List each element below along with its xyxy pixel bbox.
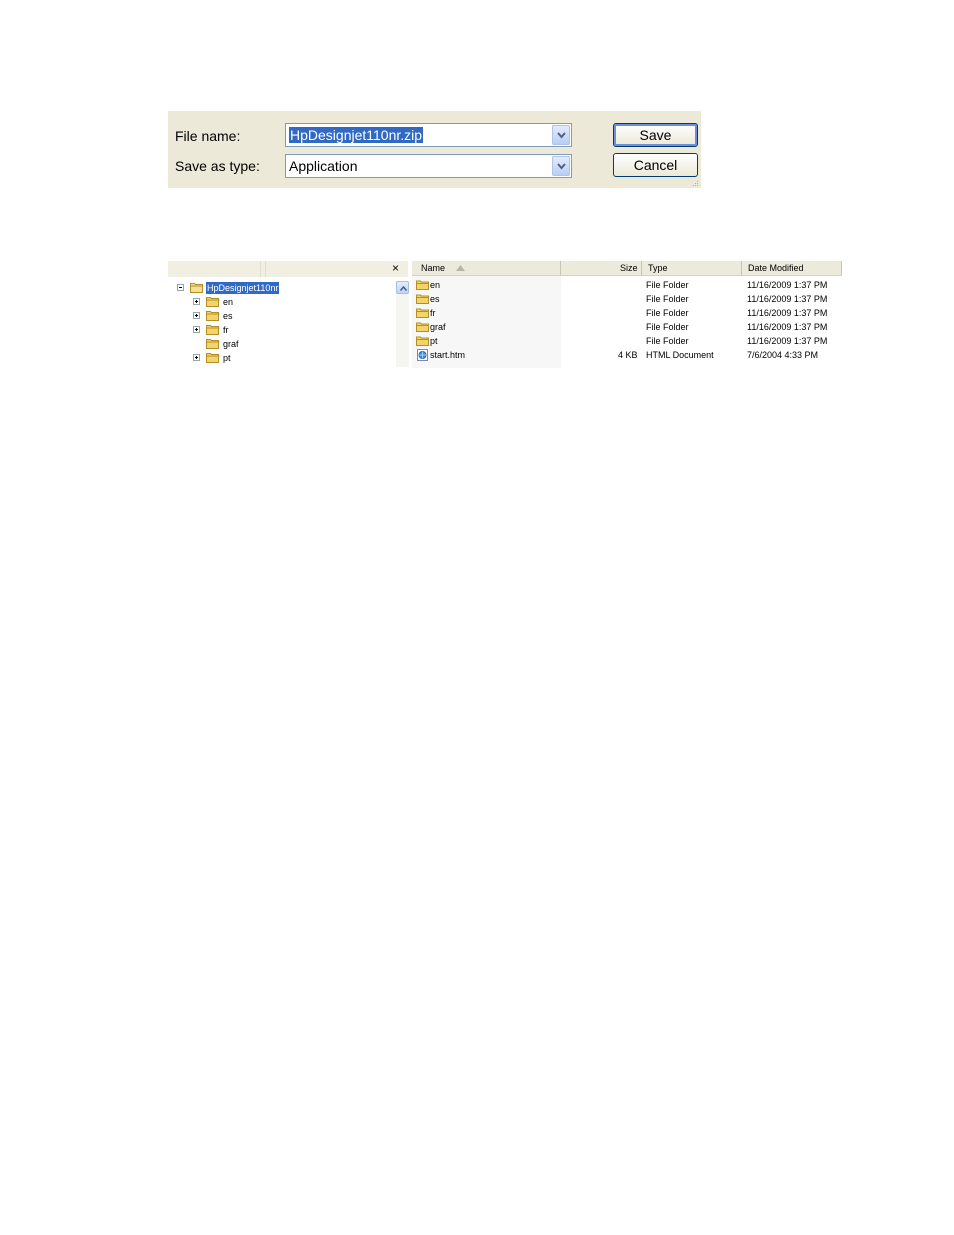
folders-pane-header: × <box>168 261 408 277</box>
tree-node-es[interactable]: es <box>193 310 343 322</box>
folder-tree: HpDesignjet110nr en es fr graf pt <box>168 277 411 368</box>
folder-icon <box>206 297 220 307</box>
file-type: File Folder <box>646 280 689 290</box>
file-name: en <box>430 280 441 290</box>
file-date-modified: 11/16/2009 1:37 PM <box>747 294 828 304</box>
folder-icon <box>206 311 220 321</box>
chevron-down-icon <box>557 163 566 170</box>
file-size: 4 KB <box>618 350 638 360</box>
file-date-modified: 11/16/2009 1:37 PM <box>747 280 828 290</box>
file-row-start-htm[interactable]: start.htm 4 KB HTML Document 7/6/2004 4:… <box>412 348 842 362</box>
save-as-type-label: Save as type: <box>175 158 260 174</box>
column-header-type[interactable]: Type <box>648 262 668 274</box>
file-name-combobox[interactable]: HpDesignjet110nr.zip <box>285 123 572 147</box>
file-type: HTML Document <box>646 350 714 360</box>
sort-ascending-icon <box>455 265 465 271</box>
cancel-button[interactable]: Cancel <box>613 153 698 177</box>
file-type: File Folder <box>646 308 689 318</box>
tree-node-fr[interactable]: fr <box>193 324 343 336</box>
save-button[interactable]: Save <box>613 123 698 147</box>
file-name-dropdown-button[interactable] <box>552 125 570 145</box>
chevron-down-icon <box>557 132 566 139</box>
tree-scrollbar[interactable] <box>396 281 409 367</box>
file-row-graf[interactable]: graf File Folder 11/16/2009 1:37 PM <box>412 320 842 334</box>
file-row-fr[interactable]: fr File Folder 11/16/2009 1:37 PM <box>412 306 842 320</box>
resize-grip-icon[interactable] <box>692 181 699 187</box>
folder-icon <box>416 336 429 346</box>
file-date-modified: 11/16/2009 1:37 PM <box>747 308 828 318</box>
column-separator[interactable] <box>741 261 742 275</box>
save-as-type-dropdown-button[interactable] <box>552 156 570 176</box>
header-separator <box>265 261 266 277</box>
file-name: start.htm <box>430 350 466 360</box>
column-header-date-modified[interactable]: Date Modified <box>748 262 804 274</box>
file-name: fr <box>430 308 436 318</box>
collapse-icon[interactable] <box>177 284 184 291</box>
close-icon[interactable]: × <box>392 262 399 275</box>
tree-node-hpdesignjet110nr[interactable]: HpDesignjet110nr <box>177 282 377 294</box>
expand-icon[interactable] <box>193 298 200 305</box>
expand-icon[interactable] <box>193 312 200 319</box>
save-dialog-panel: File name: HpDesignjet110nr.zip Save as … <box>168 111 701 188</box>
tree-node-label: es <box>223 311 233 321</box>
folder-open-icon <box>190 283 204 293</box>
file-list-header: Name Size Type Date Modified <box>412 261 842 276</box>
file-name: pt <box>430 336 438 346</box>
tree-node-en[interactable]: en <box>193 296 343 308</box>
file-row-es[interactable]: es File Folder 11/16/2009 1:37 PM <box>412 292 842 306</box>
tree-node-label: HpDesignjet110nr <box>206 282 280 294</box>
tree-node-pt[interactable]: pt <box>193 352 343 364</box>
file-date-modified: 11/16/2009 1:37 PM <box>747 322 828 332</box>
file-date-modified: 7/6/2004 4:33 PM <box>747 350 819 360</box>
html-document-icon <box>417 349 428 361</box>
column-separator[interactable] <box>641 261 642 275</box>
file-type: File Folder <box>646 294 689 304</box>
folder-icon <box>206 339 220 349</box>
folder-icon <box>416 308 429 318</box>
column-header-size[interactable]: Size <box>620 262 638 274</box>
tree-node-label: graf <box>223 339 239 349</box>
column-separator[interactable] <box>560 261 561 275</box>
column-header-name[interactable]: Name <box>421 262 465 274</box>
folder-icon <box>416 294 429 304</box>
save-as-type-combobox[interactable]: Application <box>285 154 572 178</box>
file-name-label: File name: <box>175 128 241 144</box>
folder-icon <box>206 325 220 335</box>
tree-node-label: fr <box>223 325 229 335</box>
file-type: File Folder <box>646 322 689 332</box>
folder-icon <box>416 322 429 332</box>
expand-icon[interactable] <box>193 326 200 333</box>
folder-icon <box>416 280 429 290</box>
folder-icon <box>206 353 220 363</box>
file-name: es <box>430 294 440 304</box>
file-name: graf <box>430 322 446 332</box>
tree-node-label: pt <box>223 353 231 363</box>
scroll-up-button[interactable] <box>396 281 409 294</box>
header-separator <box>260 261 261 277</box>
file-row-en[interactable]: en File Folder 11/16/2009 1:37 PM <box>412 278 842 292</box>
column-separator[interactable] <box>841 261 842 275</box>
expand-icon[interactable] <box>193 354 200 361</box>
tree-node-graf[interactable]: graf <box>193 338 343 350</box>
chevron-up-icon <box>400 286 407 291</box>
tree-node-label: en <box>223 297 234 307</box>
file-row-pt[interactable]: pt File Folder 11/16/2009 1:37 PM <box>412 334 842 348</box>
save-as-type-value: Application <box>289 158 358 174</box>
file-date-modified: 11/16/2009 1:37 PM <box>747 336 828 346</box>
file-name-input[interactable]: HpDesignjet110nr.zip <box>289 127 424 143</box>
file-type: File Folder <box>646 336 689 346</box>
